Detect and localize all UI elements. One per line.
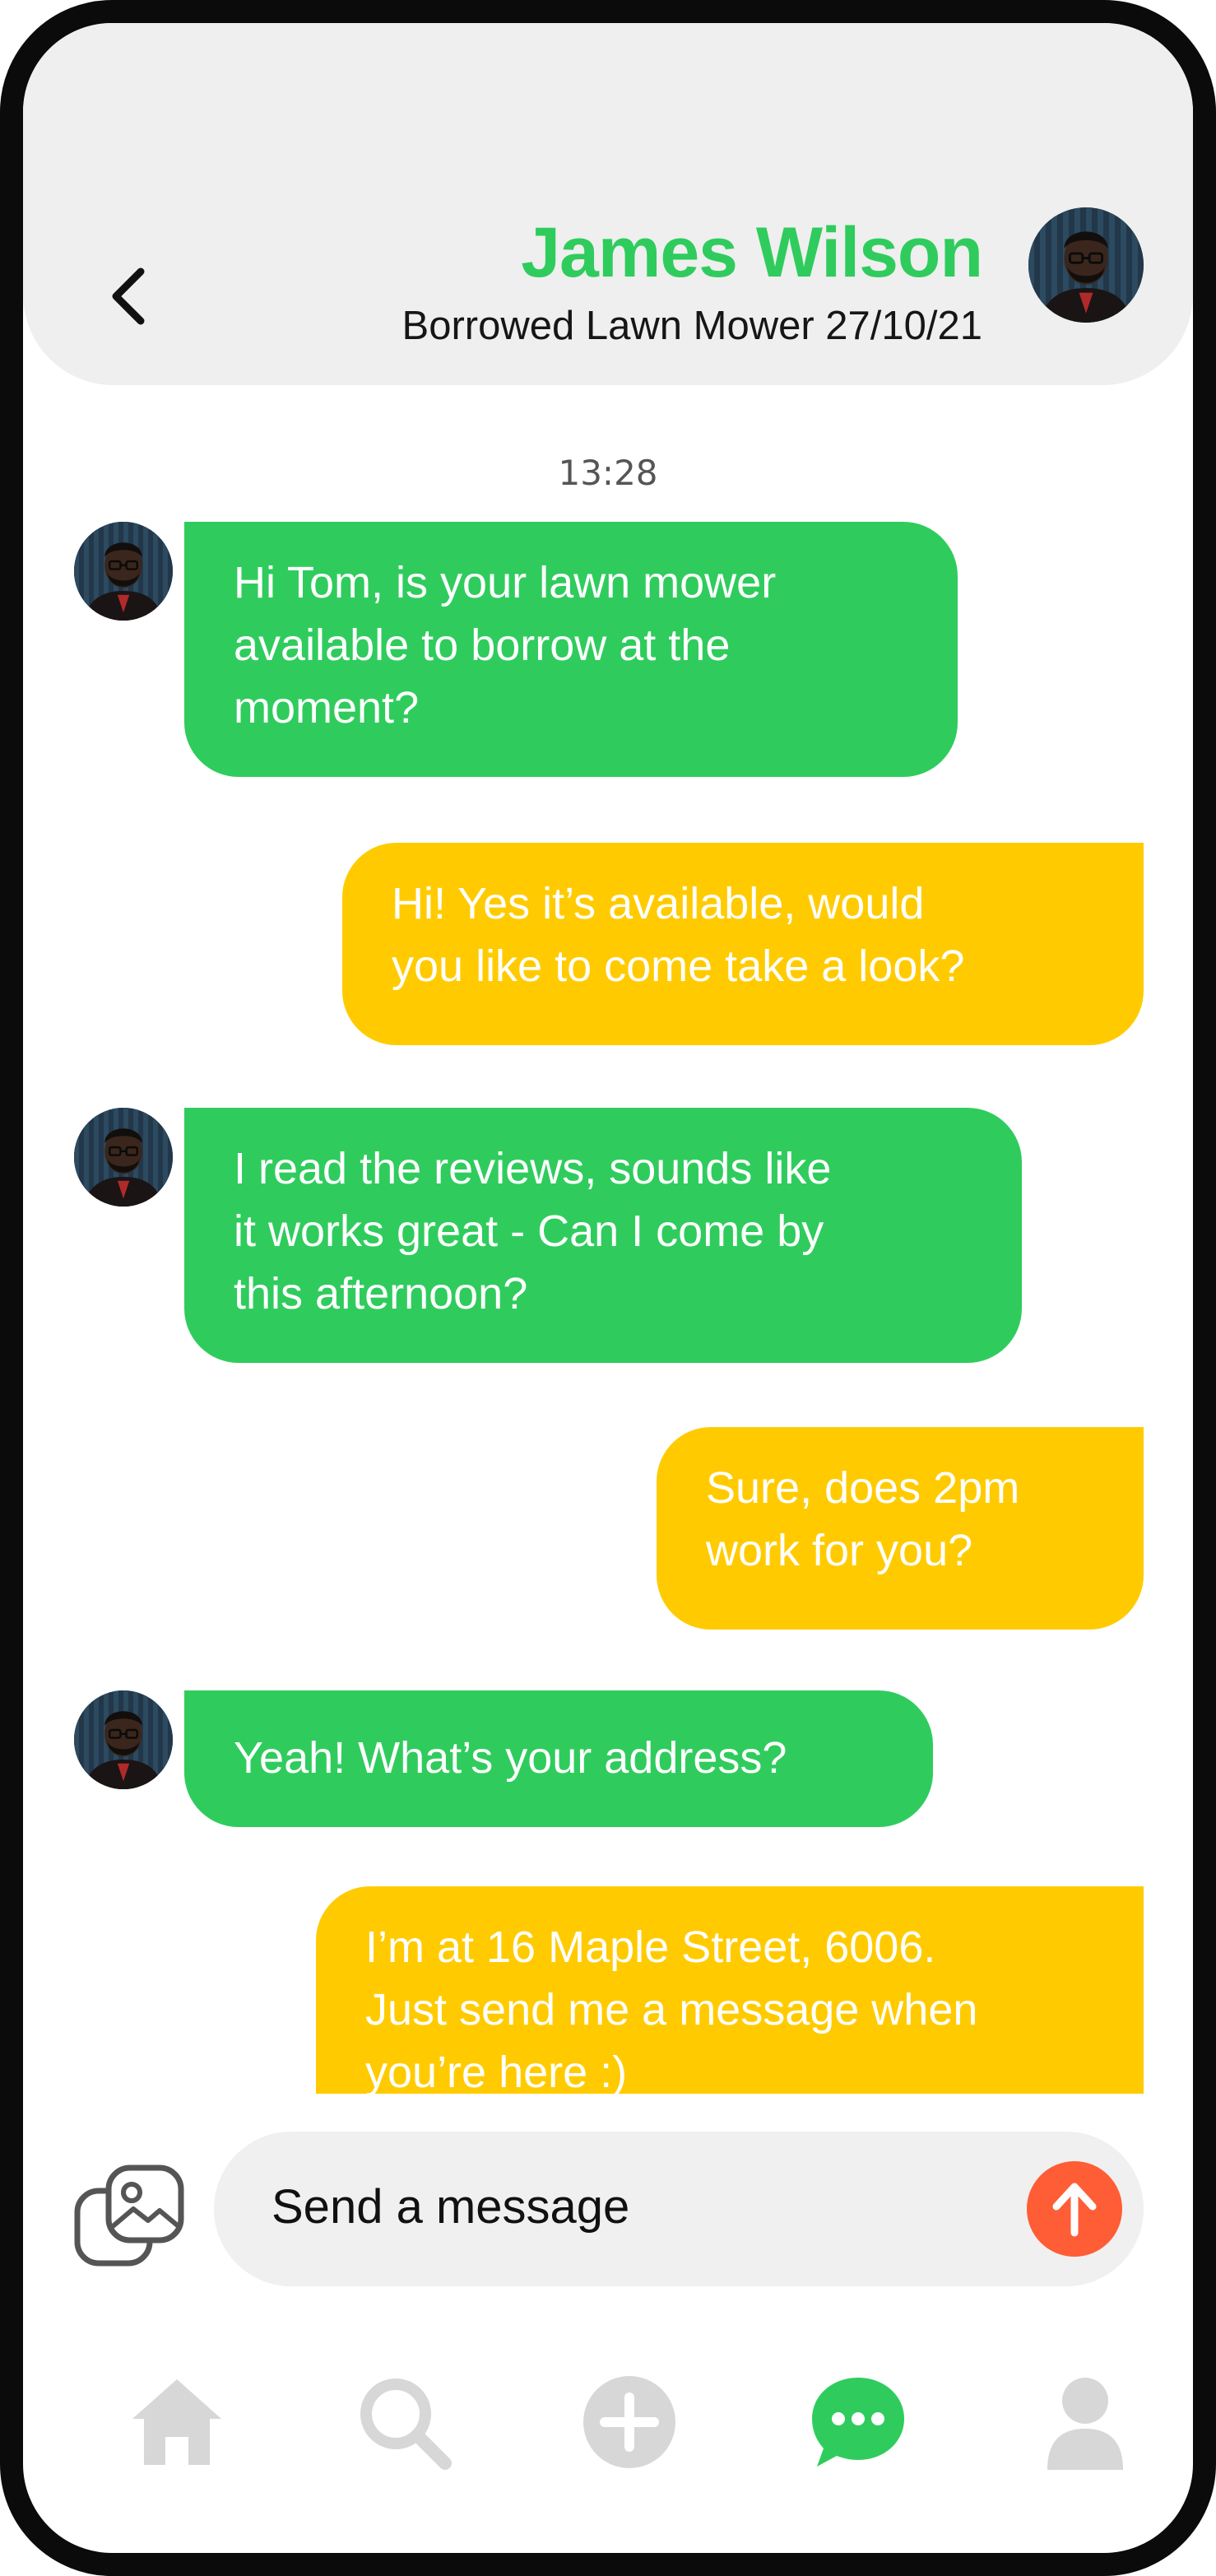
sender-avatar[interactable]	[74, 522, 173, 621]
image-gallery-icon	[74, 2164, 184, 2267]
bottom-navigation	[23, 2327, 1193, 2492]
chat-header: James Wilson Borrowed Lawn Mower 27/10/2…	[23, 23, 1193, 385]
nav-search[interactable]	[350, 2369, 457, 2476]
search-icon	[360, 2378, 452, 2470]
nav-home[interactable]	[123, 2369, 230, 2476]
message-bubble-incoming[interactable]: Hi Tom, is your lawn mower available to …	[184, 522, 958, 777]
conversation-subtitle: Borrowed Lawn Mower 27/10/21	[401, 304, 982, 348]
message-text: Hi Tom, is your lawn mower available to …	[234, 558, 777, 732]
phone-frame: James Wilson Borrowed Lawn Mower 27/10/2…	[0, 0, 1216, 2576]
chevron-left-icon	[112, 267, 145, 325]
message-text: I’m at 16 Maple Street, 6006. Just send …	[365, 1923, 978, 2094]
message-bubble-outgoing[interactable]: I’m at 16 Maple Street, 6006. Just send …	[316, 1886, 1144, 2094]
message-timestamp: 13:28	[558, 453, 658, 493]
message-bubble-outgoing[interactable]: Hi! Yes it’s available, would you like t…	[342, 843, 1144, 1045]
message-text: I read the reviews, sounds like it works…	[234, 1144, 832, 1318]
message-text: Hi! Yes it’s available, would you like t…	[392, 879, 965, 991]
message-bubble-outgoing[interactable]: Sure, does 2pm work for you?	[657, 1427, 1144, 1630]
message-input-placeholder: Send a message	[272, 2180, 630, 2234]
arrow-up-icon	[1052, 2183, 1097, 2237]
send-button[interactable]	[1027, 2161, 1122, 2257]
nav-profile[interactable]	[1032, 2369, 1139, 2476]
gallery-button[interactable]	[72, 2163, 188, 2278]
contact-name: James Wilson	[521, 213, 983, 292]
message-text: Yeah! What’s your address?	[234, 1733, 787, 1783]
message-bubble-incoming[interactable]: Yeah! What’s your address?	[184, 1690, 933, 1827]
back-button[interactable]	[102, 262, 155, 331]
sender-avatar[interactable]	[74, 1108, 173, 1207]
nav-add[interactable]	[576, 2369, 683, 2476]
nav-messages[interactable]	[805, 2369, 912, 2476]
sender-avatar[interactable]	[74, 1690, 173, 1789]
contact-avatar[interactable]	[1028, 207, 1144, 323]
chat-bubble-icon	[812, 2378, 904, 2467]
plus-circle-icon	[583, 2376, 675, 2468]
home-icon	[132, 2379, 221, 2465]
message-bubble-incoming[interactable]: I read the reviews, sounds like it works…	[184, 1108, 1022, 1363]
user-icon	[1047, 2378, 1123, 2470]
message-text: Sure, does 2pm work for you?	[706, 1463, 1020, 1575]
message-input[interactable]: Send a message	[214, 2132, 1144, 2286]
